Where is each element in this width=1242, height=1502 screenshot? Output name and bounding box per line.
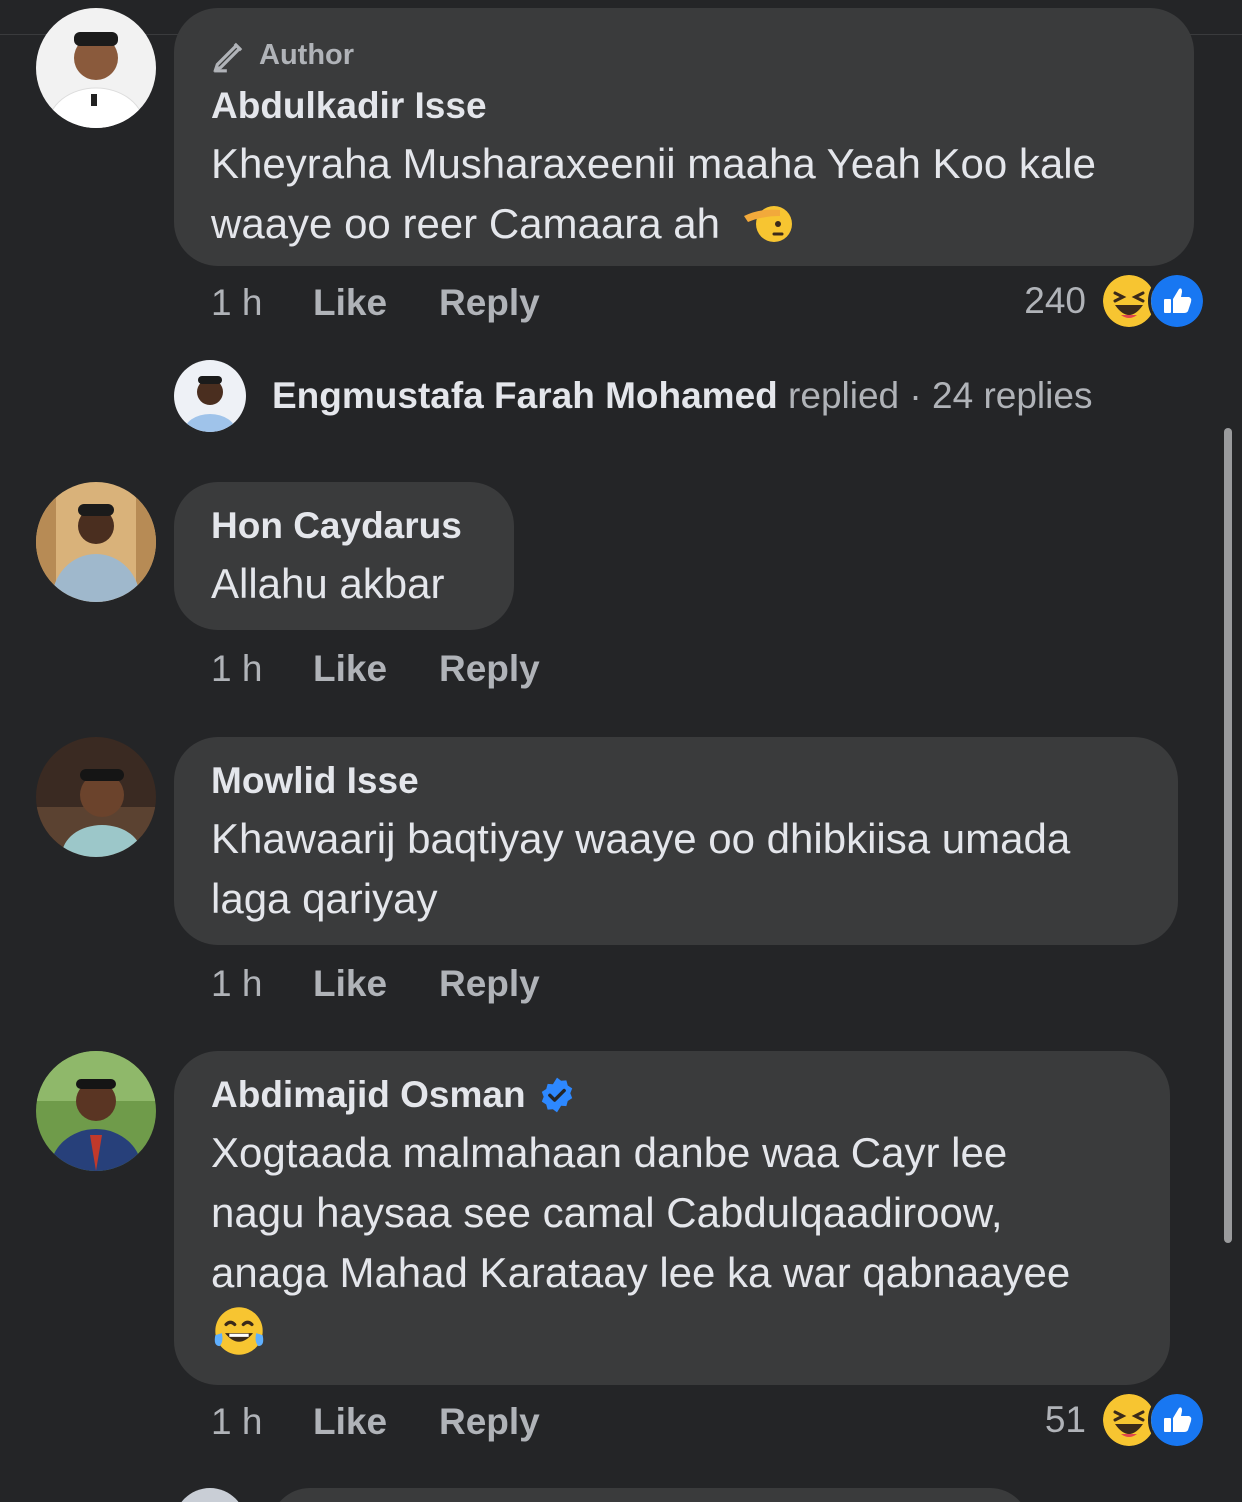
like-button[interactable]: Like: [313, 648, 439, 690]
reaction-icons: [1100, 272, 1206, 330]
replies-summary-text: Engmustafa Farah Mohamed replied · 24 re…: [272, 375, 1092, 417]
comment-text: Khawaarij baqtiyay waaye oo dhibkiisa um…: [211, 809, 1142, 929]
scrollbar[interactable]: [1224, 428, 1232, 1243]
reaction-count: 240: [1024, 280, 1086, 321]
comment-text-line: waaye oo reer Camaara ah: [211, 194, 1158, 254]
comment-time: 1 h: [211, 648, 263, 689]
comment-text-line: Kheyraha Musharaxeenii maaha Yeah Koo ka…: [211, 140, 1096, 187]
tears-of-joy-emoji-icon: [214, 1307, 264, 1355]
comment-text-line: Khawaarij baqtiyay waaye oo dhibkiisa um…: [211, 815, 1071, 862]
avatar[interactable]: [36, 8, 156, 128]
avatar-photo: [36, 1051, 156, 1171]
reply-button[interactable]: Reply: [439, 963, 540, 1005]
comment-bubble: Author Abdulkadir Isse Kheyraha Musharax…: [174, 8, 1194, 266]
separator: ·: [909, 375, 922, 416]
avatar-photo: [36, 8, 156, 128]
commenter-name-row[interactable]: Abdimajid Osman: [211, 1071, 1134, 1119]
like-button[interactable]: Like: [313, 963, 439, 1005]
comment-time: 1 h: [211, 282, 263, 323]
verified-badge-icon: [541, 1077, 572, 1113]
author-badge: Author: [211, 36, 1158, 74]
commenter-name[interactable]: Hon Caydarus: [211, 502, 478, 550]
reaction-icons: [1100, 1391, 1206, 1449]
comment-text-line: [211, 1303, 1134, 1369]
comment-time: 1 h: [211, 1401, 263, 1442]
reply-button[interactable]: Reply: [439, 648, 540, 690]
avatar[interactable]: [174, 1488, 246, 1502]
comment-text: Allahu akbar: [211, 560, 445, 607]
comment-text-line: anaga Mahad Karataay lee ka war qabnaaye…: [211, 1249, 1071, 1296]
commenter-name[interactable]: Abdulkadir Isse: [211, 82, 1158, 130]
avatar-photo: [174, 360, 246, 432]
pen-icon: [213, 42, 243, 73]
like-reaction-icon: [1148, 1391, 1206, 1449]
commenter-name[interactable]: Mowlid Isse: [211, 757, 1142, 805]
reply-button[interactable]: Reply: [439, 282, 540, 324]
like-reaction-icon: [1148, 272, 1206, 330]
avatar[interactable]: [36, 737, 156, 857]
comment-text: Kheyraha Musharaxeenii maaha Yeah Koo ka…: [211, 134, 1158, 254]
reactions-summary[interactable]: 240: [1024, 272, 1206, 330]
like-button[interactable]: Like: [313, 1401, 439, 1443]
avatar-photo: [36, 737, 156, 857]
comment-actions: 1 h Like Reply: [211, 963, 540, 1005]
comment-bubble: Mowlid Isse Khawaarij baqtiyay waaye oo …: [174, 737, 1178, 945]
avatar-photo: [36, 482, 156, 602]
comment-actions: 1 h Like Reply: [211, 648, 540, 690]
saluting-face-emoji-icon: [743, 206, 792, 242]
reactions-summary[interactable]: 51: [1045, 1391, 1206, 1449]
replies-count: 24 replies: [932, 375, 1093, 416]
replier-name: Engmustafa Farah Mohamed: [272, 375, 778, 416]
like-button[interactable]: Like: [313, 282, 439, 324]
avatar[interactable]: [36, 482, 156, 602]
comment-text-line: nagu haysaa see camal Cabdulqaadiroow,: [211, 1189, 1003, 1236]
avatar[interactable]: [174, 360, 246, 432]
reaction-count: 51: [1044, 1399, 1086, 1440]
commenter-name: Abdimajid Osman: [211, 1074, 526, 1115]
comment-bubble: Abdimajid Osman Xogtaada malmahaan danbe…: [174, 1051, 1170, 1385]
comment-text-line-2: waaye oo reer Camaara ah: [211, 200, 720, 247]
view-replies-link[interactable]: Engmustafa Farah Mohamed replied · 24 re…: [174, 360, 1092, 432]
author-badge-label: Author: [259, 38, 355, 71]
avatar-photo: [174, 1488, 246, 1502]
comment-bubble: [270, 1488, 1030, 1502]
comment-text-line: laga qariyay: [211, 875, 438, 922]
avatar[interactable]: [36, 1051, 156, 1171]
comment-actions: 1 h Like Reply: [211, 1401, 540, 1443]
comment-bubble: Hon Caydarus Allahu akbar: [174, 482, 514, 630]
comment-time: 1 h: [211, 963, 263, 1004]
comment-actions: 1 h Like Reply: [211, 282, 540, 324]
comment-text: Xogtaada malmahaan danbe waa Cayr lee na…: [211, 1123, 1134, 1369]
comments-screen: Author Abdulkadir Isse Kheyraha Musharax…: [0, 0, 1242, 1502]
comment-text-line: Xogtaada malmahaan danbe waa Cayr lee: [211, 1129, 1008, 1176]
replied-verb: replied: [788, 375, 900, 416]
reply-button[interactable]: Reply: [439, 1401, 540, 1443]
